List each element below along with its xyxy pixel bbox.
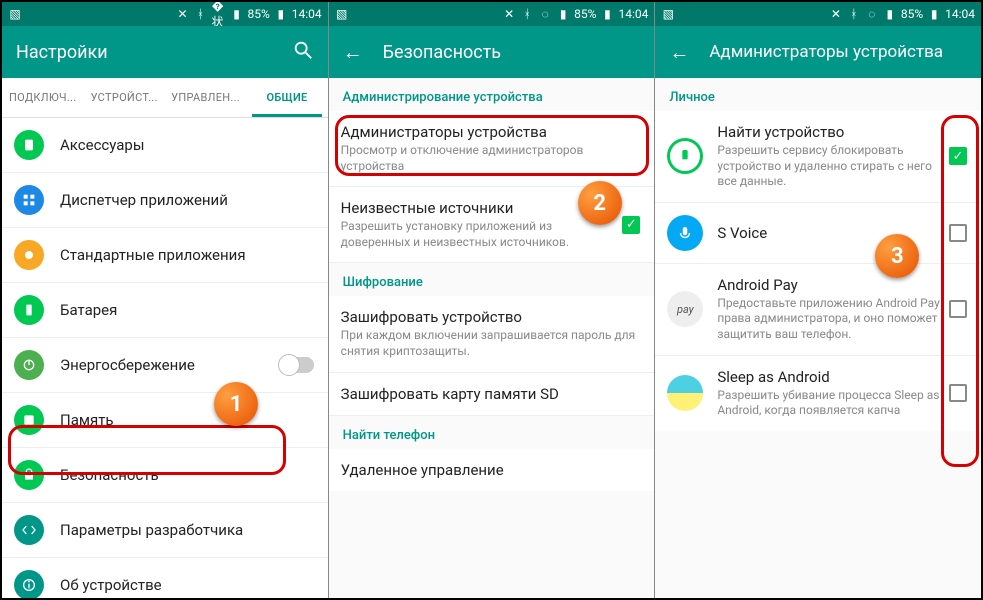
admin-sleep[interactable]: Sleep as Android Разрешить убивание проц…: [655, 356, 981, 431]
sleep-checkbox[interactable]: [949, 384, 967, 402]
tab-connections[interactable]: ПОДКЛЮЧ...: [2, 78, 83, 117]
row-app-manager[interactable]: Диспетчер приложений: [2, 173, 328, 228]
find-device-checkbox[interactable]: ✓: [949, 147, 967, 165]
tab-general[interactable]: ОБЩИЕ: [246, 78, 327, 117]
row-unknown-sources[interactable]: Неизвестные источники Разрешить установк…: [329, 187, 655, 263]
screen-security: ▧ ✕ ᚼ ◌ ▮ 85% ▮ 14:04 ← Безопасность Адм…: [329, 2, 656, 598]
battery-text: 85%: [574, 7, 596, 21]
sleep-as-android-icon: [667, 375, 703, 411]
battery-icon: ▮: [927, 7, 941, 21]
admin-svoice[interactable]: S Voice: [655, 203, 981, 264]
settings-list[interactable]: Аксессуары Диспетчер приложений Стандарт…: [2, 118, 328, 598]
battery-setting-icon: [14, 295, 44, 325]
mute-icon: ✕: [502, 7, 516, 21]
find-device-icon: [667, 138, 703, 174]
row-developer[interactable]: Параметры разработчика: [2, 503, 328, 558]
info-icon: [14, 570, 44, 598]
android-pay-icon: pay: [667, 291, 703, 327]
power-saving-toggle[interactable]: [280, 357, 314, 373]
battery-text: 85%: [248, 7, 270, 21]
screenshot-icon: ▧: [8, 7, 22, 21]
row-accessories[interactable]: Аксессуары: [2, 118, 328, 173]
signal-icon: ▮: [883, 7, 897, 21]
row-encrypt-device[interactable]: Зашифровать устройство При каждом включе…: [329, 296, 655, 372]
signal-icon: ▮: [556, 7, 570, 21]
tab-device[interactable]: УСТРОЙСТ...: [83, 78, 164, 117]
row-security[interactable]: Безопасность: [2, 448, 328, 503]
svoice-checkbox[interactable]: [949, 224, 967, 242]
search-icon[interactable]: [292, 39, 314, 66]
admin-find-device[interactable]: Найти устройство Разрешить сервису блоки…: [655, 111, 981, 203]
app-bar: ← Безопасность: [329, 26, 655, 78]
page-title: Администраторы устройства: [709, 42, 943, 62]
status-bar: ▧ ✕ ᚼ ◌ ▮ 85% ▮ 14:04: [329, 2, 655, 26]
clock: 14:04: [292, 7, 322, 21]
wifi-icon: ◌: [865, 7, 879, 21]
wifi-icon: ◌: [538, 7, 552, 21]
admins-list[interactable]: Личное Найти устройство Разрешить сервис…: [655, 78, 981, 598]
row-battery[interactable]: Батарея: [2, 283, 328, 338]
tab-manage[interactable]: УПРАВЛЕН...: [165, 78, 246, 117]
screenshot-icon: ▧: [661, 7, 675, 21]
tabs: ПОДКЛЮЧ... УСТРОЙСТ... УПРАВЛЕН... ОБЩИЕ: [2, 78, 328, 118]
apps-icon: [14, 185, 44, 215]
row-storage[interactable]: Память: [2, 393, 328, 448]
app-bar: Настройки: [2, 26, 328, 78]
page-title: Настройки: [16, 42, 108, 63]
power-icon: [14, 350, 44, 380]
app-bar: ← Администраторы устройства: [655, 26, 981, 78]
android-pay-checkbox[interactable]: [949, 300, 967, 318]
row-about[interactable]: Об устройстве: [2, 558, 328, 598]
default-apps-icon: [14, 240, 44, 270]
section-personal: Личное: [655, 78, 981, 111]
section-admin: Администрирование устройства: [329, 78, 655, 111]
clock: 14:04: [618, 7, 648, 21]
battery-icon: ▮: [600, 7, 614, 21]
section-find-phone: Найти телефон: [329, 416, 655, 449]
screenshot-icon: ▧: [335, 7, 349, 21]
lock-icon: [14, 460, 44, 490]
bluetooth-icon: ᚼ: [520, 7, 534, 21]
wifi-icon: �状: [212, 7, 226, 21]
bluetooth-icon: ᚼ: [194, 7, 208, 21]
row-encrypt-sd[interactable]: Зашифровать карту памяти SD: [329, 373, 655, 416]
admin-android-pay[interactable]: pay Android Pay Предоставьте приложению …: [655, 264, 981, 356]
unknown-sources-checkbox[interactable]: ✓: [622, 216, 640, 234]
status-bar: ▧ ✕ ᚼ ◌ ▮ 85% ▮ 14:04: [655, 2, 981, 26]
section-encryption: Шифрование: [329, 263, 655, 296]
screen-settings: ▧ ✕ ᚼ �状 ▮ 85% ▮ 14:04 Настройки ПОДКЛЮЧ…: [2, 2, 329, 598]
battery-text: 85%: [901, 7, 923, 21]
row-device-admins[interactable]: Администраторы устройства Просмотр и отк…: [329, 111, 655, 187]
security-list[interactable]: Администрирование устройства Администрат…: [329, 78, 655, 598]
row-remote-control[interactable]: Удаленное управление: [329, 449, 655, 491]
mute-icon: ✕: [829, 7, 843, 21]
storage-icon: [14, 405, 44, 435]
back-icon[interactable]: ←: [343, 40, 363, 65]
mute-icon: ✕: [176, 7, 190, 21]
row-power-saving[interactable]: Энергосбережение: [2, 338, 328, 393]
developer-icon: [14, 515, 44, 545]
row-default-apps[interactable]: Стандартные приложения: [2, 228, 328, 283]
signal-icon: ▮: [230, 7, 244, 21]
svoice-icon: [667, 215, 703, 251]
status-bar: ▧ ✕ ᚼ �状 ▮ 85% ▮ 14:04: [2, 2, 328, 26]
battery-icon: ▮: [274, 7, 288, 21]
bluetooth-icon: ᚼ: [847, 7, 861, 21]
page-title: Безопасность: [383, 42, 501, 63]
back-icon[interactable]: ←: [669, 40, 689, 65]
clock: 14:04: [945, 7, 975, 21]
screen-device-admins: ▧ ✕ ᚼ ◌ ▮ 85% ▮ 14:04 ← Администраторы у…: [655, 2, 981, 598]
accessories-icon: [14, 130, 44, 160]
